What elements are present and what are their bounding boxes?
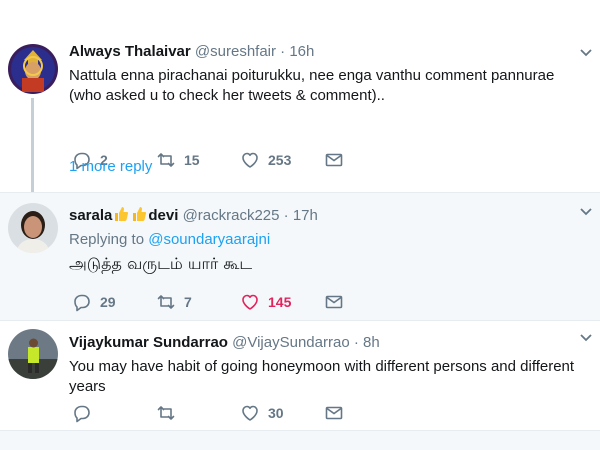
tweet-vijaykumar-sundarrao[interactable]: Vijaykumar Sundarrao @VijaySundarrao · 8… [0,320,600,430]
retweet-icon [157,295,175,309]
replying-to: Replying to @soundaryaarajni [69,230,580,250]
reply-icon [74,294,90,312]
display-name[interactable]: Always Thalaivar [69,43,191,60]
bottom-strip [0,430,600,450]
like-count: 30 [268,405,284,421]
more-replies-link[interactable]: 1 more reply [69,158,152,175]
dm-icon [325,406,343,420]
separator: · [280,43,286,60]
display-name[interactable]: Vijaykumar Sundarrao [69,334,228,351]
like-icon [242,152,258,168]
retweet-button[interactable]: 7 [156,290,240,314]
like-count: 253 [268,152,292,168]
username[interactable]: @VijaySundarrao [232,334,350,351]
action-bar: 30 [72,401,408,425]
display-name[interactable]: sarala devi [69,207,178,224]
action-bar: 29 7 145 [72,290,408,314]
dm-button[interactable] [324,148,408,172]
retweet-count: 7 [184,294,192,310]
username[interactable]: @rackrack225 [183,207,280,224]
chevron-down-icon[interactable] [580,48,592,58]
display-name-part: sarala [69,207,113,224]
reply-button[interactable] [72,401,156,425]
timestamp[interactable]: 8h [363,334,380,351]
retweet-count: 15 [184,152,200,168]
avatar[interactable] [8,44,58,94]
display-name-part: devi [148,207,179,224]
like-icon [242,294,258,310]
avatar[interactable] [8,329,58,379]
tweet-sarala-devi[interactable]: sarala devi @rackrack225 · 17h Replying t… [0,192,600,320]
dm-icon [325,295,343,309]
tweet-always-thalaivar[interactable]: Always Thalaivar @sureshfair · 16h Nattu… [0,30,600,208]
tweet-header: sarala devi @rackrack225 · 17h [69,206,580,226]
like-icon [242,405,258,421]
timestamp[interactable]: 16h [289,43,314,60]
tweet-text: You may have habit of going honeymoon wi… [69,358,575,395]
like-count: 145 [268,294,292,310]
retweet-icon [157,153,175,167]
thumbs-up-emoji [133,207,147,221]
retweet-icon [157,406,175,420]
like-button[interactable]: 253 [240,148,324,172]
username[interactable]: @sureshfair [195,43,276,60]
tweet-content: Vijaykumar Sundarrao @VijaySundarrao · 8… [69,333,580,397]
thumbs-up-emoji [115,207,129,221]
dm-icon [325,153,343,167]
reply-count: 29 [100,294,116,310]
tweet-header: Always Thalaivar @sureshfair · 16h [69,42,580,62]
chevron-down-icon[interactable] [580,207,592,217]
like-button[interactable]: 30 [240,401,324,425]
top-strip [0,0,600,30]
like-button[interactable]: 145 [240,290,324,314]
separator: · [283,207,289,224]
reply-icon [74,405,90,423]
timestamp[interactable]: 17h [293,207,318,224]
tweet-content: sarala devi @rackrack225 · 17h Replying t… [69,206,580,274]
retweet-button[interactable]: 15 [156,148,240,172]
tweet-text: அடுத்த வருடம் யார் கூட [69,254,253,273]
reply-button[interactable]: 29 [72,290,156,314]
tweet-text: Nattula enna pirachanai poiturukku, nee … [69,67,555,104]
dm-button[interactable] [324,290,408,314]
avatar[interactable] [8,203,58,253]
tweet-content: Always Thalaivar @sureshfair · 16h Nattu… [69,42,580,106]
retweet-button[interactable] [156,401,240,425]
replying-to-handle[interactable]: @soundaryaarajni [148,231,270,248]
tweet-header: Vijaykumar Sundarrao @VijaySundarrao · 8… [69,333,580,353]
replying-to-label: Replying to [69,231,145,248]
dm-button[interactable] [324,401,408,425]
chevron-down-icon[interactable] [580,333,592,343]
separator: · [353,334,359,351]
